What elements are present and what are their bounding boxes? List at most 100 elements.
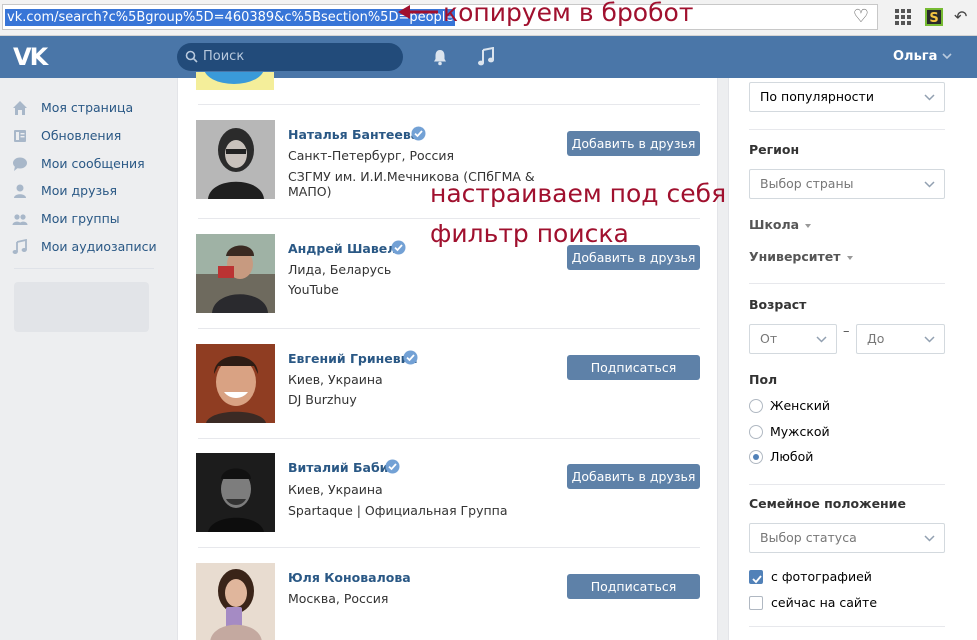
gender-heading: Пол bbox=[749, 372, 778, 387]
checkbox-label: с фотографией bbox=[771, 569, 872, 584]
radio-button[interactable] bbox=[749, 425, 763, 439]
row-divider bbox=[198, 547, 700, 548]
school-filter-toggle[interactable]: Школа bbox=[749, 217, 812, 232]
search-filters: По популярности Регион Выбор страны Школ… bbox=[728, 78, 977, 640]
verified-icon bbox=[411, 126, 426, 141]
row-divider bbox=[198, 438, 700, 439]
search-icon bbox=[185, 50, 198, 63]
grid-icon[interactable] bbox=[894, 8, 912, 26]
chevron-down-icon[interactable] bbox=[942, 52, 952, 60]
person-location: Киев, Украина bbox=[288, 372, 383, 387]
radio-button[interactable] bbox=[749, 399, 763, 413]
chevron-down-icon bbox=[846, 255, 853, 260]
radio-label: Женский bbox=[770, 398, 830, 413]
person-location: Лида, Беларусь bbox=[288, 262, 392, 277]
university-filter-toggle[interactable]: Университет bbox=[749, 249, 853, 264]
avatar[interactable] bbox=[196, 120, 275, 199]
region-heading: Регион bbox=[749, 142, 800, 157]
avatar[interactable] bbox=[196, 563, 275, 640]
table-row: Андрей Шавель Лида, Беларусь YouTube Доб… bbox=[178, 234, 719, 334]
home-icon bbox=[13, 101, 27, 115]
user-name[interactable]: Ольга bbox=[893, 36, 937, 78]
marital-select[interactable]: Выбор статуса bbox=[749, 523, 945, 553]
search-placeholder: Поиск bbox=[203, 49, 245, 64]
back-arrow-icon[interactable]: ↶ bbox=[954, 8, 972, 26]
person-name[interactable]: Андрей Шавель bbox=[288, 241, 404, 256]
annotation-filter-note-cont: фильтр поиска bbox=[430, 219, 629, 248]
sidebar-item-label: Мои друзья bbox=[41, 183, 118, 198]
bell-icon[interactable] bbox=[431, 48, 449, 66]
age-from-select[interactable]: От bbox=[749, 324, 837, 354]
heart-icon[interactable]: ♡ bbox=[853, 7, 869, 27]
gender-radio-female[interactable]: Женский bbox=[749, 397, 929, 415]
age-to-value: До bbox=[867, 331, 885, 346]
avatar[interactable] bbox=[196, 344, 275, 423]
avatar[interactable] bbox=[196, 72, 274, 90]
verified-icon bbox=[391, 240, 406, 255]
annotation-filter-note: настраиваем под себя bbox=[430, 179, 727, 208]
sidebar-item-label: Обновления bbox=[41, 128, 122, 143]
sidebar-item-news[interactable]: Обновления bbox=[12, 125, 162, 147]
radio-button[interactable] bbox=[749, 450, 763, 464]
checkbox[interactable] bbox=[749, 596, 763, 610]
chevron-down-icon bbox=[924, 181, 935, 188]
person-name[interactable]: Юля Коновалова bbox=[288, 570, 411, 585]
sort-select[interactable]: По популярности bbox=[749, 82, 945, 112]
add-friend-button[interactable]: Добавить в друзья bbox=[567, 245, 700, 270]
subscribe-button[interactable]: Подписаться bbox=[567, 355, 700, 380]
checkbox-label: сейчас на сайте bbox=[771, 595, 878, 610]
age-to-select[interactable]: До bbox=[856, 324, 945, 354]
url-text[interactable]: vk.com/search?c%5Bgroup%5D=460389&c%5Bse… bbox=[5, 9, 456, 26]
filter-divider bbox=[749, 484, 945, 485]
school-label: Школа bbox=[749, 217, 800, 232]
country-select[interactable]: Выбор страны bbox=[749, 169, 945, 199]
filter-divider bbox=[749, 283, 945, 284]
music-note-icon bbox=[12, 239, 27, 254]
filter-divider bbox=[749, 626, 945, 627]
chevron-down-icon bbox=[924, 336, 935, 343]
sidebar-divider bbox=[14, 268, 154, 269]
user-icon bbox=[14, 184, 26, 198]
news-icon bbox=[14, 130, 26, 142]
music-note-icon[interactable] bbox=[477, 47, 495, 67]
subscribe-button[interactable]: Подписаться bbox=[567, 574, 700, 599]
gender-radio-any[interactable]: Любой bbox=[749, 448, 929, 466]
person-name[interactable]: Наталья Бантеева bbox=[288, 127, 419, 142]
annotation-copy-note: копируем в бробот bbox=[443, 0, 694, 27]
table-row: Евгений Гриневич Киев, Украина DJ Burzhu… bbox=[178, 344, 719, 444]
search-results: Наталья Бантеева Санкт-Петербург, Россия… bbox=[177, 72, 719, 640]
sidebar-item-groups[interactable]: Мои группы bbox=[12, 208, 162, 230]
person-info: YouTube bbox=[288, 282, 339, 297]
avatar[interactable] bbox=[196, 453, 275, 532]
avatar[interactable] bbox=[196, 234, 275, 313]
sidebar-item-messages[interactable]: Мои сообщения bbox=[12, 153, 162, 175]
person-name[interactable]: Виталий Бабий bbox=[288, 460, 397, 475]
site-header: VK Поиск Ольга bbox=[0, 36, 977, 78]
chat-icon bbox=[13, 157, 27, 171]
add-friend-button[interactable]: Добавить в друзья bbox=[567, 131, 700, 156]
with-photo-checkbox[interactable]: с фотографией bbox=[749, 568, 929, 586]
sidebar-item-audio[interactable]: Мои аудиозаписи bbox=[12, 236, 162, 258]
person-location: Москва, Россия bbox=[288, 591, 389, 606]
online-now-checkbox[interactable]: сейчас на сайте bbox=[749, 594, 929, 612]
checkbox[interactable] bbox=[749, 570, 763, 584]
age-from-value: От bbox=[760, 331, 778, 346]
search-input[interactable]: Поиск bbox=[177, 43, 403, 71]
age-range-dash: – bbox=[843, 324, 850, 339]
sidebar-item-my-page[interactable]: Моя страница bbox=[12, 97, 162, 119]
s-extension-icon[interactable]: S bbox=[925, 8, 943, 26]
sidebar-item-label: Моя страница bbox=[41, 100, 134, 115]
chevron-down-icon bbox=[924, 535, 935, 542]
sidebar-item-label: Мои аудиозаписи bbox=[41, 239, 157, 254]
sidebar-item-friends[interactable]: Мои друзья bbox=[12, 180, 162, 202]
vk-logo[interactable]: VK bbox=[13, 43, 48, 71]
chevron-down-icon bbox=[924, 94, 935, 101]
person-name[interactable]: Евгений Гриневич bbox=[288, 351, 418, 366]
person-info: DJ Burzhuy bbox=[288, 392, 357, 407]
address-bar[interactable]: vk.com/search?c%5Bgroup%5D=460389&c%5Bse… bbox=[2, 4, 878, 30]
sidebar-item-label: Мои группы bbox=[41, 211, 120, 226]
sidebar-ad-placeholder bbox=[14, 282, 149, 332]
gender-radio-male[interactable]: Мужской bbox=[749, 423, 929, 441]
sort-value: По популярности bbox=[760, 89, 874, 104]
add-friend-button[interactable]: Добавить в друзья bbox=[567, 464, 700, 489]
